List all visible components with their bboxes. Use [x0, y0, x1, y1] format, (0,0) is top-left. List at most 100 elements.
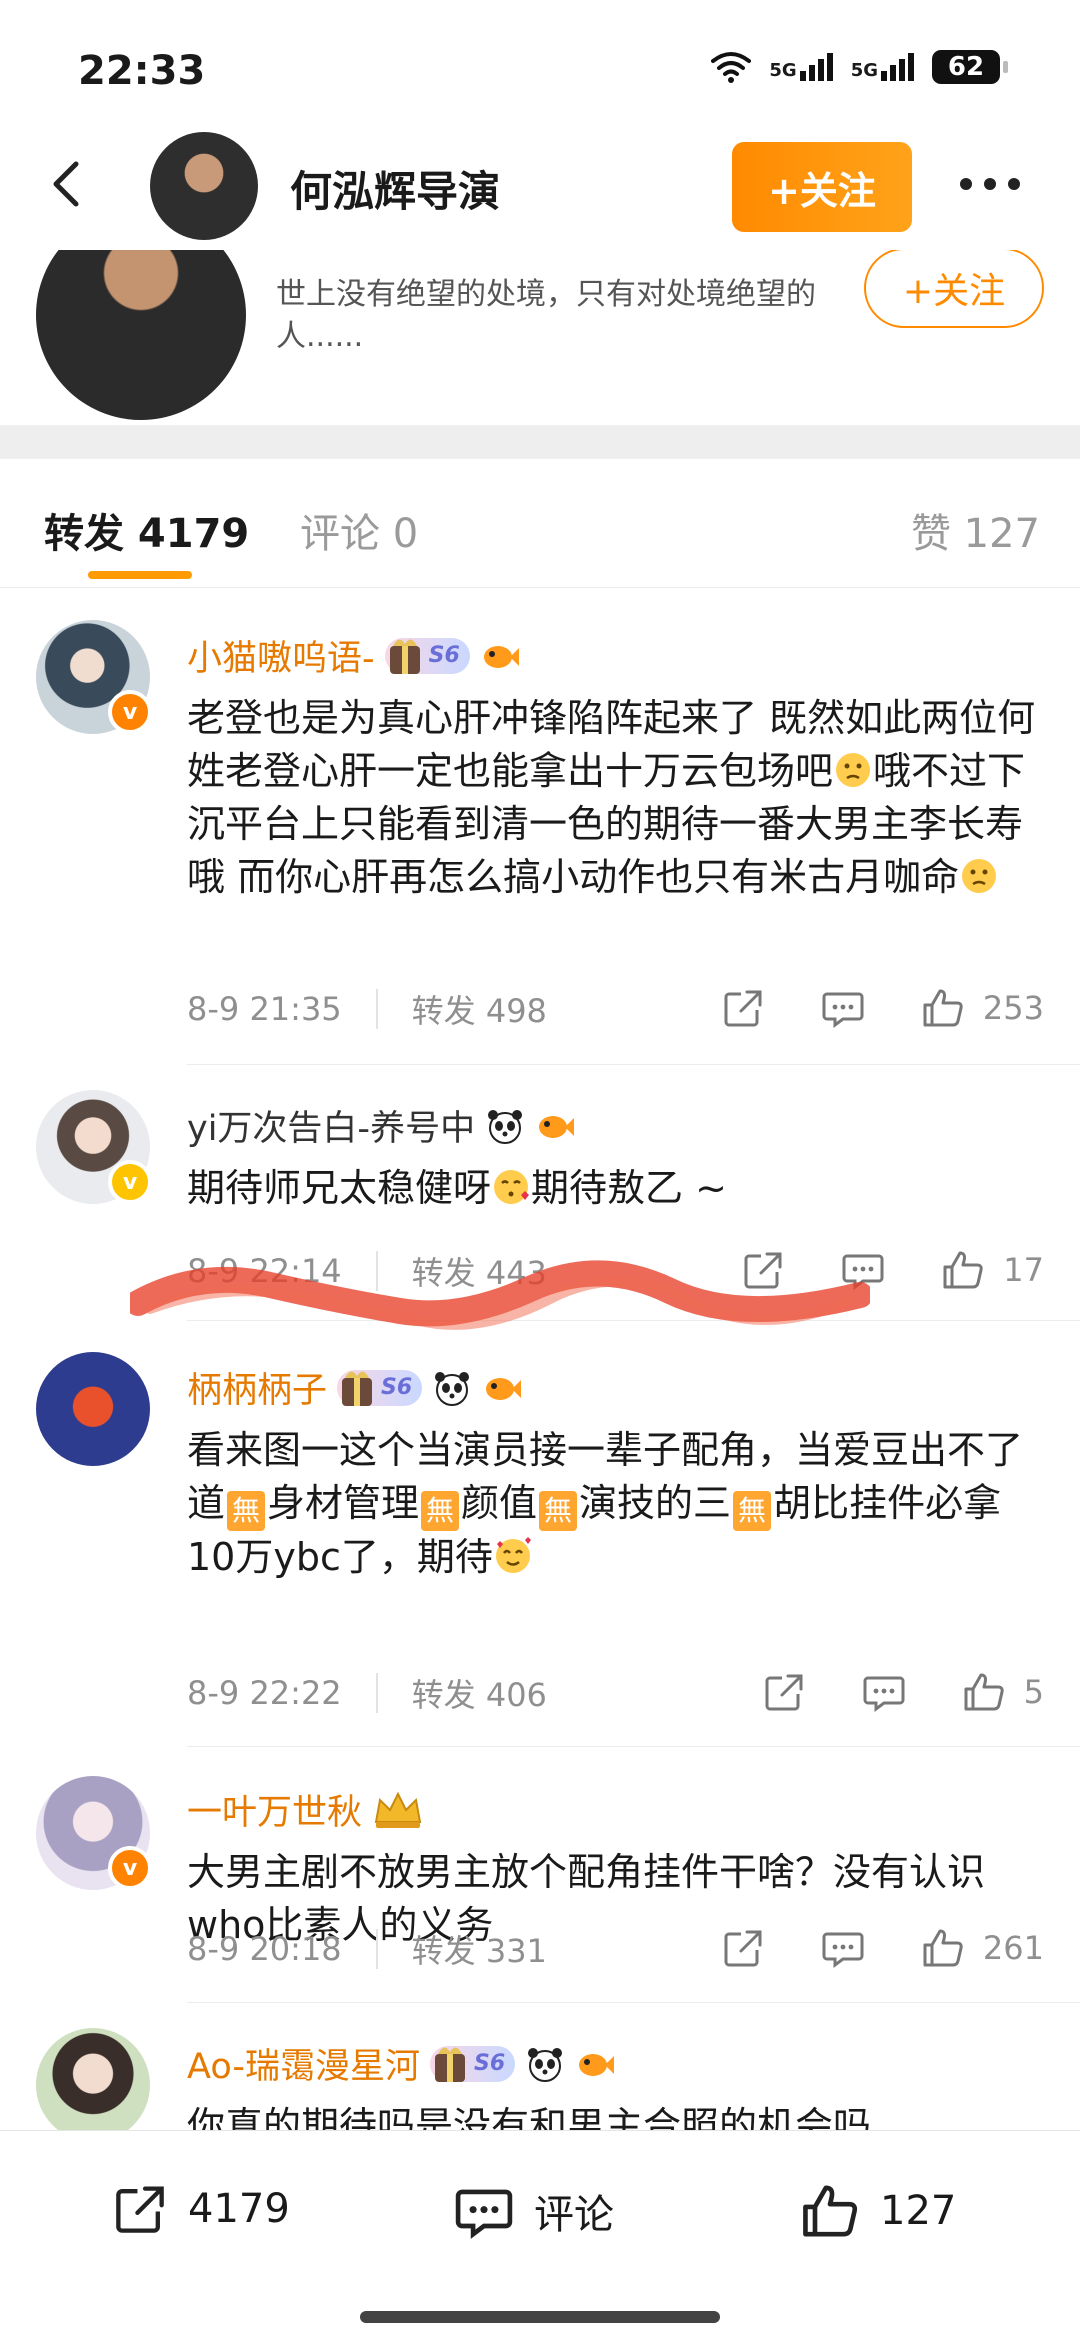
level-text: S6 [428, 643, 460, 668]
tab-like[interactable]: 赞 127 [911, 501, 1040, 559]
back-icon[interactable] [38, 154, 98, 214]
level-badge: S6 [337, 1369, 423, 1406]
verified-badge: v [108, 1846, 152, 1890]
avatar[interactable] [36, 2028, 150, 2130]
post-meta: 8-9 22:14 转发 443 [187, 1248, 547, 1294]
comment-label: 评论 [534, 2192, 614, 2238]
verified-badge: v [108, 1160, 152, 1204]
network-label-2: 5G [850, 60, 878, 81]
username[interactable]: yi万次告白-养号中 [187, 1100, 475, 1151]
tab-comment[interactable]: 评论 0 [300, 501, 418, 559]
username[interactable]: 小猫嗷呜语- [187, 630, 375, 681]
username-row: 小猫嗷呜语- S6 [187, 630, 520, 681]
more-icon[interactable] [960, 178, 1020, 190]
like-button[interactable]: 127 [800, 2181, 956, 2241]
thinking-emoji-icon [962, 859, 997, 893]
panda-icon [528, 2047, 563, 2082]
post-text-part: 颜值 [461, 1481, 538, 1525]
repost-count[interactable]: 转发 443 [412, 1248, 547, 1294]
verified-badge: v [108, 690, 152, 734]
repost-count[interactable]: 转发 406 [412, 1670, 547, 1716]
post-text-part: 演技的三 [579, 1481, 732, 1525]
profile-avatar[interactable] [36, 250, 246, 420]
section-divider [0, 425, 1080, 459]
post-actions: 5 [762, 1670, 1044, 1714]
repost-count: 4179 [188, 2186, 290, 2232]
post-text-part: 期待敖乙 ~ [531, 1166, 727, 1210]
share-icon [116, 2186, 164, 2233]
wifi-icon [711, 52, 752, 83]
comment-icon [455, 2189, 513, 2239]
kiss-emoji-icon [494, 1170, 530, 1204]
repost-count[interactable]: 转发 331 [412, 1926, 547, 1972]
post-text: 你真的期待吗是没有和男主合照的机会吗 [187, 2100, 1047, 2130]
active-tab-indicator [88, 571, 192, 579]
like-icon[interactable] [921, 986, 965, 1030]
username[interactable]: 一叶万世秋 [187, 1784, 362, 1835]
follow-outline-button[interactable]: +关注 [864, 250, 1044, 328]
share-icon[interactable] [721, 1926, 765, 1970]
repost-count[interactable]: 转发 498 [412, 986, 547, 1032]
share-icon[interactable] [741, 1248, 785, 1292]
status-bar: 22:33 5G 5G 62 [0, 0, 1080, 120]
tab-bar: 转发 4179 评论 0 赞 127 [0, 459, 1080, 588]
post-actions: 17 [741, 1248, 1044, 1292]
signal-icon: 5G [769, 53, 833, 81]
avatar[interactable] [150, 132, 258, 240]
home-indicator[interactable] [360, 2311, 720, 2323]
divider [187, 1320, 1080, 1321]
fish-icon [539, 1115, 575, 1138]
username-row: yi万次告白-养号中 [187, 1100, 575, 1151]
like-count: 127 [880, 2188, 957, 2234]
comment-icon[interactable] [821, 1926, 865, 1970]
level-text: S6 [474, 2051, 506, 2076]
follow-button[interactable]: +关注 [732, 142, 912, 232]
comment-icon[interactable] [862, 1670, 906, 1714]
wu-sticker: 無 [539, 1491, 578, 1531]
heart-face-emoji-icon [495, 1537, 531, 1573]
post-time: 8-9 22:14 [187, 1252, 342, 1290]
comment-button[interactable]: 评论 [454, 2181, 614, 2241]
post-meta: 8-9 20:18 转发 331 [187, 1926, 547, 1972]
username[interactable]: 柄柄柄子 [187, 1362, 327, 1413]
post-meta: 8-9 21:35 转发 498 [187, 986, 547, 1032]
comment-icon[interactable] [821, 986, 865, 1030]
like-icon [803, 2185, 858, 2237]
gift-icon [389, 638, 420, 674]
post-text-part: 你真的期待吗是没有和男主合照的机会吗 [187, 2104, 872, 2130]
username-row: Ao-瑞霭漫星河 S6 [187, 2038, 615, 2089]
wu-sticker: 無 [421, 1491, 460, 1531]
like-count: 253 [982, 989, 1044, 1027]
comment-icon[interactable] [841, 1248, 885, 1292]
level-badge: S6 [430, 2045, 516, 2082]
fish-icon [486, 1377, 522, 1400]
repost-button[interactable]: 4179 [112, 2181, 290, 2237]
post-text: 看来图一这个当演员接一辈子配角，当爱豆出不了道無身材管理無颜值無演技的三無胡比挂… [187, 1424, 1047, 1584]
post-text: 老登也是为真心肝冲锋陷阵起来了 既然如此两位何姓老登心肝一定也能拿出十万云包场吧… [187, 692, 1047, 904]
post-text-part: 期待师兄太稳健呀 [187, 1166, 492, 1210]
panda-icon [435, 1371, 470, 1406]
list-item[interactable]: Ao-瑞霭漫星河 S6 你真的期待吗是没有和男主合照的机会吗 [0, 2004, 1080, 2130]
post-actions: 253 [721, 986, 1044, 1030]
wu-sticker: 無 [227, 1491, 266, 1531]
tab-repost[interactable]: 转发 4179 [44, 501, 249, 559]
like-icon[interactable] [941, 1248, 985, 1292]
post-time: 8-9 21:35 [187, 990, 342, 1028]
panda-icon [488, 1109, 523, 1144]
post-text-part: 身材管理 [267, 1481, 420, 1525]
battery-level: 62 [947, 52, 985, 82]
post-meta: 8-9 22:22 转发 406 [187, 1670, 547, 1716]
share-icon[interactable] [721, 986, 765, 1030]
signal-icon-2: 5G [851, 53, 914, 81]
like-icon[interactable] [921, 1926, 965, 1970]
network-label-1: 5G [769, 60, 797, 81]
page-title[interactable]: 何泓辉导演 [290, 158, 500, 219]
post-time: 8-9 20:18 [187, 1930, 342, 1968]
avatar[interactable] [36, 1352, 150, 1466]
share-icon[interactable] [762, 1670, 806, 1714]
username[interactable]: Ao-瑞霭漫星河 [187, 2038, 420, 2089]
like-count: 17 [1003, 1251, 1044, 1289]
like-icon[interactable] [962, 1670, 1006, 1714]
post-text: 期待师兄太稳健呀 期待敖乙 ~ [187, 1162, 1047, 1215]
gift-icon [435, 2046, 466, 2082]
